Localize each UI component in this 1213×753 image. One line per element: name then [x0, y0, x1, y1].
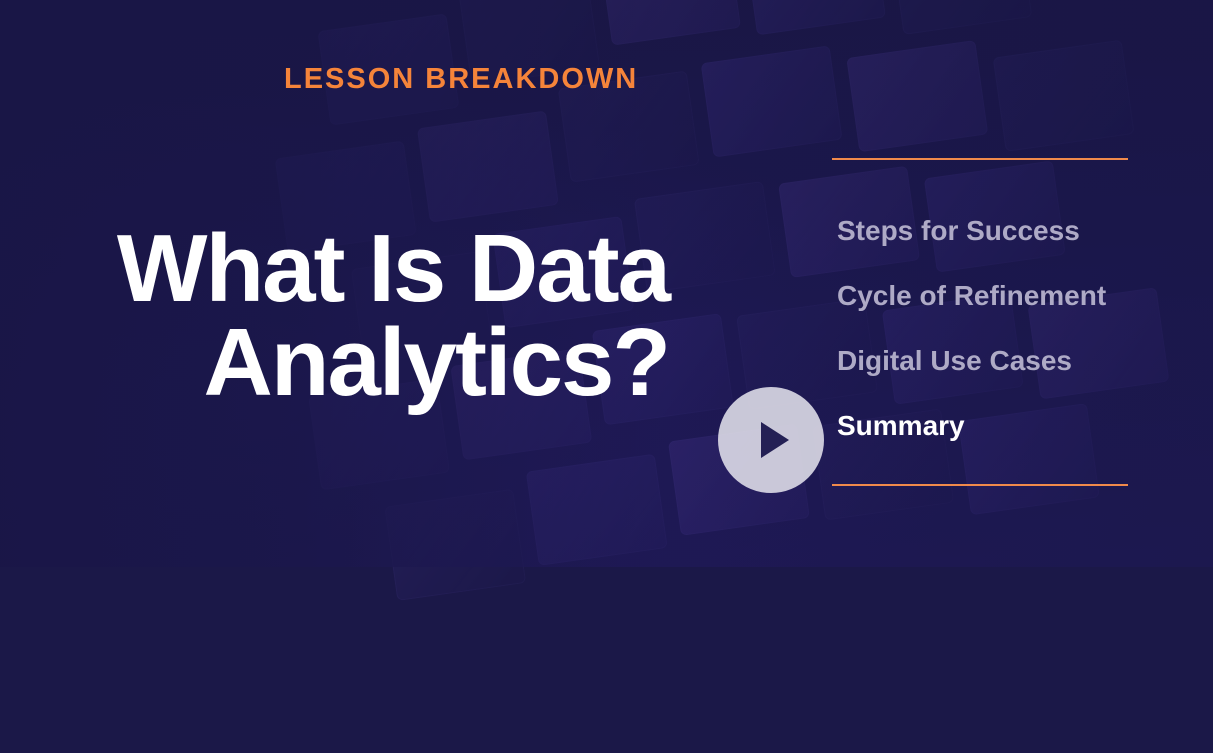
agenda-item-cycle-of-refinement: Cycle of Refinement: [837, 280, 1107, 311]
agenda-item-summary: Summary: [837, 410, 965, 441]
agenda-top-divider: [832, 158, 1128, 160]
agenda-item-steps-for-success: Steps for Success: [837, 215, 1080, 246]
lesson-agenda: Steps for Success Cycle of Refinement Di…: [837, 198, 1106, 458]
play-icon: [761, 422, 789, 458]
agenda-item-digital-use-cases: Digital Use Cases: [837, 345, 1072, 376]
lesson-title-line-2: Analytics?: [203, 309, 671, 416]
agenda-bottom-divider: [832, 484, 1128, 486]
lesson-title: What Is Data Analytics?: [116, 215, 671, 416]
play-button[interactable]: [718, 387, 824, 493]
lesson-eyebrow: LESSON BREAKDOWN: [284, 63, 639, 95]
lesson-title-line-1: What Is Data: [116, 215, 671, 322]
